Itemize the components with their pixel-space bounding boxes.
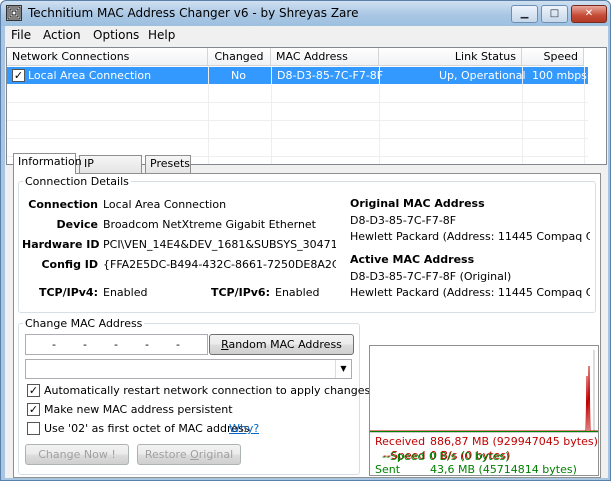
tx-speed-label: --Speed <box>382 450 425 463</box>
mac-separator: - <box>114 338 118 351</box>
restore-original-button[interactable]: Restore Original <box>137 444 241 465</box>
traffic-graph-plot <box>370 350 598 432</box>
tab-information[interactable]: Information <box>13 153 82 174</box>
maximize-icon: □ <box>549 8 560 19</box>
column-header-mac[interactable]: MAC Address <box>271 48 379 66</box>
config-id-value: {FFA2E5DC-B494-432C-8661-7250DE8A2C3C} <box>103 258 336 271</box>
active-mac-value: D8-D3-85-7C-F7-8F (Original) <box>350 270 512 283</box>
minimize-icon: ▁ <box>520 8 529 19</box>
grid-column-line <box>379 67 380 164</box>
grid-column-line <box>208 67 209 164</box>
menu-options[interactable]: Options <box>93 28 139 42</box>
original-mac-title: Original MAC Address <box>350 197 485 210</box>
received-label: Received <box>375 435 426 448</box>
tcp-ipv6-label: TCP/IPv6: <box>210 286 270 299</box>
connection-label: Connection <box>28 198 98 211</box>
config-id-label: Config ID <box>41 258 98 271</box>
table-row[interactable]: ✓ Local Area Connection No D8-D3-85-7C-F… <box>7 67 588 84</box>
why-link[interactable]: Why? <box>229 422 259 435</box>
mac-separator: - <box>145 338 149 351</box>
received-value: 886,87 MB (929947045 bytes) <box>430 435 598 448</box>
connection-details-legend: Connection Details <box>25 175 129 188</box>
persistent-option-label: Make new MAC address persistent <box>44 403 233 416</box>
menu-help[interactable]: Help <box>148 28 175 42</box>
connection-value: Local Area Connection <box>103 198 227 211</box>
minimize-button[interactable]: ▁ <box>511 5 538 23</box>
grid-line <box>7 120 588 121</box>
grid-column-line <box>522 67 523 164</box>
close-icon: ✕ <box>584 8 594 19</box>
grid-line <box>7 102 588 103</box>
mac-separator: - <box>83 338 87 351</box>
tab-presets[interactable]: Presets <box>145 155 191 173</box>
column-header-speed[interactable]: Speed <box>522 48 584 66</box>
mac-separator: - <box>176 338 180 351</box>
active-mac-title: Active MAC Address <box>350 253 475 266</box>
random-mac-button[interactable]: Random MAC Address <box>209 334 354 355</box>
chevron-down-icon[interactable]: ▼ <box>335 360 351 378</box>
received-trace <box>370 365 598 432</box>
tab-ip-address[interactable]: IP Address <box>79 155 142 186</box>
grid-column-line <box>584 67 585 164</box>
restore-original-label: Restore Original <box>144 448 234 461</box>
restart-checkbox[interactable]: ✓ <box>27 384 40 397</box>
row-mac: D8-D3-85-7C-F7-8F <box>277 69 384 82</box>
mac-separator: - <box>52 338 56 351</box>
network-connections-list[interactable]: Network Connections Changed MAC Address … <box>6 47 607 165</box>
active-mac-vendor: Hewlett Packard (Address: 11445 Compaq C… <box>350 286 590 299</box>
change-now-button[interactable]: Change Now ! <box>25 444 129 465</box>
use-02-option-label: Use '02' as first octet of MAC address <box>44 422 250 435</box>
row-link-status: Up, Operational <box>439 69 526 82</box>
device-value: Broadcom NetXtreme Gigabit Ethernet <box>103 218 316 231</box>
random-mac-label: Random MAC Address <box>221 338 342 351</box>
column-header-connections[interactable]: Network Connections <box>7 48 208 66</box>
graph-footer <box>369 474 599 477</box>
tx-speed-value: 0 B/s (0 bytes) <box>429 450 510 463</box>
column-header-changed[interactable]: Changed <box>208 48 271 66</box>
grid-column-line <box>271 67 272 164</box>
use-02-checkbox[interactable] <box>27 422 40 435</box>
mac-address-input[interactable]: - - - - - <box>25 334 208 355</box>
change-now-label: Change Now ! <box>38 448 116 461</box>
menu-file[interactable]: File <box>11 28 31 42</box>
client-area: File Action Options Help Network Connect… <box>5 26 608 478</box>
row-speed: 100 mbps <box>532 69 587 82</box>
grid-line <box>7 138 588 139</box>
row-changed: No <box>231 69 246 82</box>
original-mac-vendor: Hewlett Packard (Address: 11445 Compaq C… <box>350 230 590 243</box>
maximize-button[interactable]: □ <box>541 5 568 23</box>
menu-action[interactable]: Action <box>43 28 81 42</box>
tcp-ipv6-value: Enabled <box>275 286 320 299</box>
tcp-ipv4-value: Enabled <box>103 286 148 299</box>
information-panel: Connection Details Connection Local Area… <box>13 173 601 478</box>
original-mac-value: D8-D3-85-7C-F7-8F <box>350 214 457 227</box>
window-title: Technitium MAC Address Changer v6 - by S… <box>28 6 359 20</box>
app-logo-icon <box>6 5 22 21</box>
app-window: Technitium MAC Address Changer v6 - by S… <box>0 0 611 481</box>
column-header-link-status[interactable]: Link Status <box>379 48 522 66</box>
hardware-id-value: PCI\VEN_14E4&DEV_1681&SUBSYS_3047103C <box>103 238 336 251</box>
row-connection-name: Local Area Connection <box>28 69 152 82</box>
persistent-checkbox[interactable]: ✓ <box>27 403 40 416</box>
device-label: Device <box>56 218 98 231</box>
close-button[interactable]: ✕ <box>571 5 607 23</box>
change-mac-legend: Change MAC Address <box>25 317 143 330</box>
title-bar[interactable]: Technitium MAC Address Changer v6 - by S… <box>1 1 610 26</box>
row-checkbox[interactable]: ✓ <box>12 69 25 82</box>
hardware-id-label: Hardware ID <box>22 238 100 251</box>
restart-option-label: Automatically restart network connection… <box>44 384 371 397</box>
vendor-select[interactable]: ▼ <box>25 359 352 379</box>
menu-bar: File Action Options Help <box>5 26 608 45</box>
tcp-ipv4-label: TCP/IPv4: <box>38 286 98 299</box>
